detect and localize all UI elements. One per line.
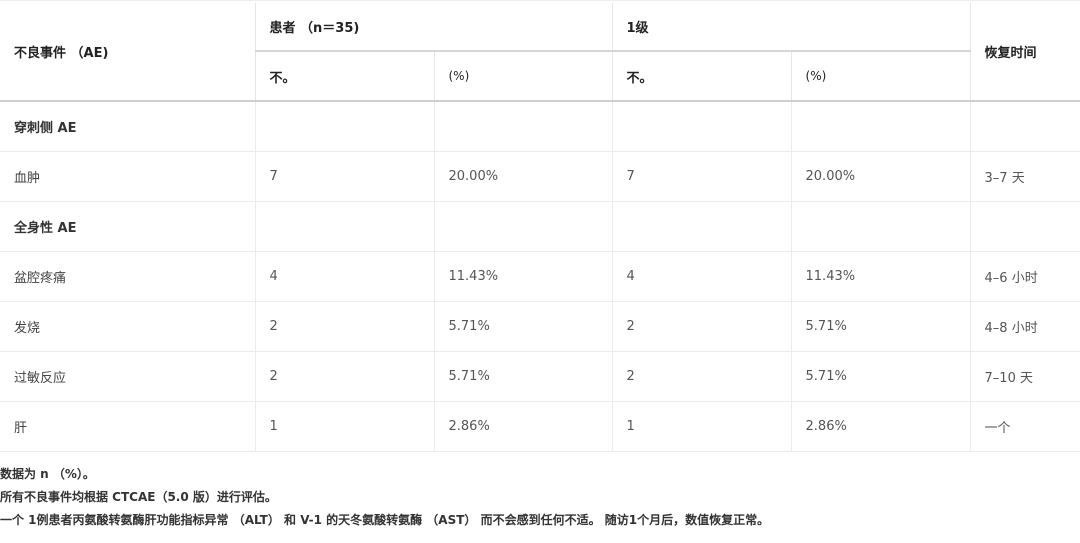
table-row: 过敏反应 2 5.71% 2 5.71% 7–10 天 <box>0 351 1080 402</box>
header-recovery-time: 恢复时间 <box>970 3 1080 102</box>
cell-patients-no: 1 <box>255 401 435 452</box>
table-row: 肝 1 2.86% 1 2.86% 一个 <box>0 401 1080 452</box>
cell-grade-no: 4 <box>612 251 792 302</box>
cell-patients-pct: 5.71% <box>434 301 613 352</box>
section-label: 全身性 AE <box>0 201 256 252</box>
footnote-data-format: 数据为 n （%）。 <box>0 467 95 481</box>
cell-grade-no: 2 <box>612 301 792 352</box>
cell-patients-no: 7 <box>255 151 435 202</box>
footnote-ctcae: 所有不良事件均根据 CTCAE（5.0 版）进行评估。 <box>0 490 277 504</box>
cell-recovery: 7–10 天 <box>970 351 1080 402</box>
cell-grade-no: 7 <box>612 151 792 202</box>
table-row-section: 全身性 AE <box>0 201 1080 252</box>
header-grade-pct: (%) <box>791 51 971 102</box>
cell-grade-pct: 5.71% <box>791 301 971 352</box>
table-footnotes: 数据为 n （%）。 所有不良事件均根据 CTCAE（5.0 版）进行评估。 一… <box>0 463 1080 532</box>
row-label: 血肿 <box>0 151 256 202</box>
cell-patients-pct: 5.71% <box>434 351 613 402</box>
footnote-liver: 一个 1例患者丙氨酸转氨酶肝功能指标异常 （ALT） 和 V-1 的天冬氨酸转氨… <box>0 513 770 527</box>
header-patients-no: 不。 <box>255 51 435 102</box>
table-row: 盆腔疼痛 4 11.43% 4 11.43% 4–6 小时 <box>0 251 1080 302</box>
cell-patients-pct: 11.43% <box>434 251 613 302</box>
table-row: 血肿 7 20.00% 7 20.00% 3–7 天 <box>0 151 1080 202</box>
row-label: 过敏反应 <box>0 351 256 402</box>
header-grade-no: 不。 <box>612 51 792 102</box>
cell-grade-pct: 20.00% <box>791 151 971 202</box>
header-grade-1: 1级 <box>612 3 971 52</box>
table-row: 发烧 2 5.71% 2 5.71% 4–8 小时 <box>0 301 1080 352</box>
cell-grade-pct: 2.86% <box>791 401 971 452</box>
cell-recovery: 4–8 小时 <box>970 301 1080 352</box>
section-label: 穿刺侧 AE <box>0 101 256 152</box>
cell-patients-no: 2 <box>255 301 435 352</box>
cell-patients-pct: 2.86% <box>434 401 613 452</box>
cell-recovery: 一个 <box>970 401 1080 452</box>
cell-patients-no: 2 <box>255 351 435 402</box>
header-patients: 患者 （n＝35) <box>255 3 613 52</box>
adverse-events-table: 不良事件 （AE) 患者 （n＝35) 1级 恢复时间 不。 (%) 不。 (%… <box>0 3 1080 452</box>
cell-recovery: 4–6 小时 <box>970 251 1080 302</box>
cell-grade-no: 1 <box>612 401 792 452</box>
header-adverse-event: 不良事件 （AE) <box>0 3 256 102</box>
table-row-section: 穿刺侧 AE <box>0 101 1080 152</box>
cell-grade-no: 2 <box>612 351 792 402</box>
cell-grade-pct: 11.43% <box>791 251 971 302</box>
cell-recovery: 3–7 天 <box>970 151 1080 202</box>
cell-patients-pct: 20.00% <box>434 151 613 202</box>
cell-grade-pct: 5.71% <box>791 351 971 402</box>
row-label: 发烧 <box>0 301 256 352</box>
row-label: 肝 <box>0 401 256 452</box>
cell-patients-no: 4 <box>255 251 435 302</box>
row-label: 盆腔疼痛 <box>0 251 256 302</box>
top-border <box>0 0 1080 1</box>
header-patients-pct: (%) <box>434 51 613 102</box>
